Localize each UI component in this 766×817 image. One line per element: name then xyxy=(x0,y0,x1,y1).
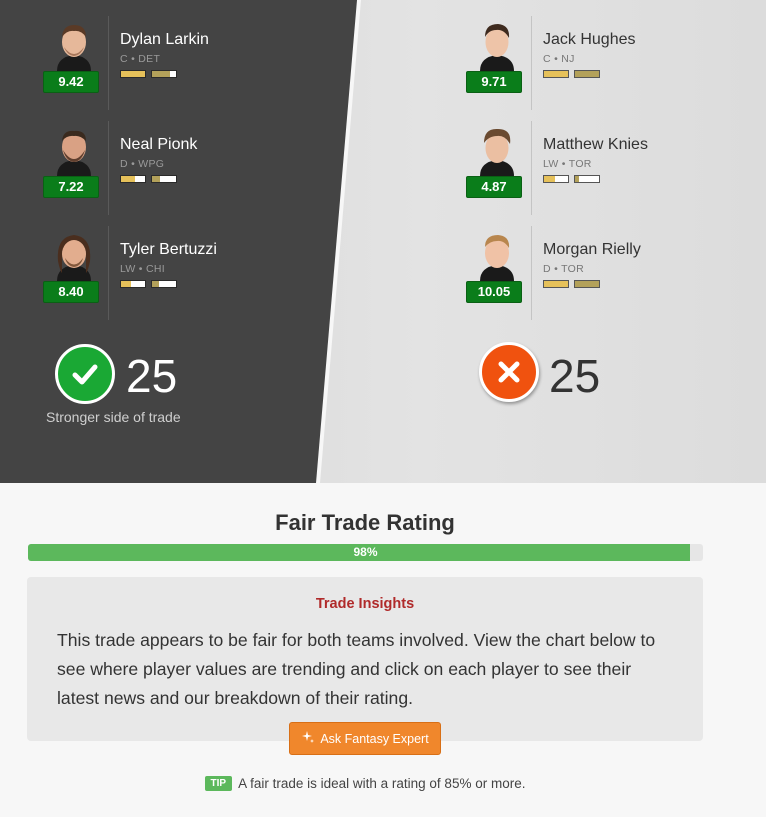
trend-bar-2 xyxy=(574,70,600,78)
player-position-team: D • TOR xyxy=(543,263,584,275)
trend-bar-1 xyxy=(120,70,146,78)
player-position-team: LW • CHI xyxy=(120,263,165,275)
verdict-caption: Stronger side of trade xyxy=(46,409,181,425)
divider xyxy=(531,16,532,110)
player-avatar xyxy=(53,21,95,71)
player-rating: 10.05 xyxy=(466,281,522,303)
player-avatar xyxy=(53,231,95,281)
trend-bar-2 xyxy=(574,175,600,183)
player-name[interactable]: Neal Pionk xyxy=(120,136,197,154)
player-position-team: C • NJ xyxy=(543,53,575,65)
fair-trade-progress-bar: 98% xyxy=(28,544,703,561)
divider xyxy=(108,226,109,320)
trend-bars xyxy=(543,280,600,288)
trend-bars xyxy=(120,70,177,78)
trade-comparison: 9.42 Dylan Larkin C • DET 7.22 Neal Pion… xyxy=(0,0,766,483)
trend-bars xyxy=(120,280,177,288)
trend-bar-1 xyxy=(120,175,146,183)
trend-bar-1 xyxy=(543,280,569,288)
insights-title: Trade Insights xyxy=(315,596,415,612)
trend-bar-2 xyxy=(151,70,177,78)
player-name[interactable]: Morgan Rielly xyxy=(543,241,641,259)
tip-row: TIP A fair trade is ideal with a rating … xyxy=(0,776,730,791)
divider xyxy=(531,226,532,320)
player-avatar xyxy=(476,21,518,71)
trend-bar-1 xyxy=(120,280,146,288)
x-icon xyxy=(479,342,539,402)
player-avatar xyxy=(476,126,518,176)
tip-badge: TIP xyxy=(204,776,233,791)
left-verdict-count: 25 xyxy=(126,350,178,402)
player-rating: 9.71 xyxy=(466,71,522,93)
checkmark-icon xyxy=(55,344,115,404)
trend-bar-2 xyxy=(151,175,177,183)
divider xyxy=(108,16,109,110)
trend-bars xyxy=(543,175,600,183)
player-position-team: LW • TOR xyxy=(543,158,592,170)
trend-bars xyxy=(120,175,177,183)
ask-button-label: Ask Fantasy Expert xyxy=(320,731,429,746)
insights-body: This trade appears to be fair for both t… xyxy=(57,630,656,708)
trend-bar-1 xyxy=(543,175,569,183)
player-rating: 4.87 xyxy=(466,176,522,198)
divider xyxy=(531,121,532,215)
progress-label: 98% xyxy=(353,545,378,559)
trend-bar-2 xyxy=(151,280,177,288)
player-name[interactable]: Jack Hughes xyxy=(543,31,636,49)
sparkle-icon xyxy=(301,730,315,747)
player-rating: 8.40 xyxy=(43,281,99,303)
player-name[interactable]: Matthew Knies xyxy=(543,136,648,154)
player-avatar xyxy=(476,231,518,281)
player-position-team: C • DET xyxy=(120,53,161,65)
player-position-team: D • WPG xyxy=(120,158,165,170)
divider xyxy=(108,121,109,215)
trade-insights-panel: Trade Insights This trade appears to be … xyxy=(27,577,703,741)
player-name[interactable]: Tyler Bertuzzi xyxy=(120,241,217,259)
trend-bar-1 xyxy=(543,70,569,78)
tip-text: A fair trade is ideal with a rating of 8… xyxy=(238,776,526,791)
player-rating: 9.42 xyxy=(43,71,99,93)
ask-fantasy-expert-button[interactable]: Ask Fantasy Expert xyxy=(289,722,441,755)
trend-bar-2 xyxy=(574,280,600,288)
player-rating: 7.22 xyxy=(43,176,99,198)
rating-title: Fair Trade Rating xyxy=(275,510,455,535)
player-avatar xyxy=(53,126,95,176)
player-name[interactable]: Dylan Larkin xyxy=(120,31,209,49)
trend-bars xyxy=(543,70,600,78)
right-verdict-count: 25 xyxy=(549,350,601,402)
